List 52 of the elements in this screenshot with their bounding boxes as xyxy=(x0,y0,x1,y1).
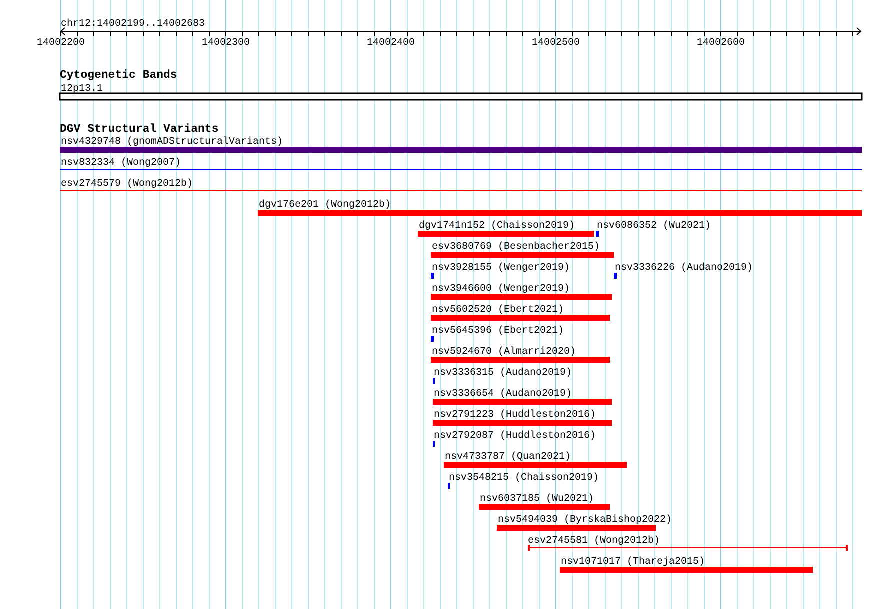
variant-label: nsv5602520 (Ebert2021) xyxy=(432,305,564,316)
variant-label: nsv2792087 (Huddleston2016) xyxy=(434,431,596,442)
variant-label: nsv3946600 (Wenger2019) xyxy=(432,284,570,295)
variant-bar[interactable] xyxy=(596,231,599,237)
variant-label: nsv3336654 (Audano2019) xyxy=(434,389,572,400)
variant-bar[interactable] xyxy=(258,210,862,216)
variant-bar[interactable] xyxy=(431,336,434,342)
variant-label: dgv176e201 (Wong2012b) xyxy=(259,200,392,211)
tick-label: 14002600 xyxy=(697,38,745,49)
variant-label: nsv3336226 (Audano2019) xyxy=(615,263,754,274)
variant-label: nsv4733787 (Quan2021) xyxy=(445,452,572,463)
variant-label: nsv6086352 (Wu2021) xyxy=(597,221,712,232)
variant-label: nsv5924670 (Almarri2020) xyxy=(432,347,576,358)
variant-label: nsv3928155 (Wenger2019) xyxy=(432,263,570,274)
variant-bar[interactable] xyxy=(431,252,614,258)
tick-label: 14002400 xyxy=(367,38,415,49)
variant-bar[interactable] xyxy=(433,399,612,405)
variant-bar[interactable] xyxy=(479,504,610,510)
variant-span[interactable] xyxy=(528,545,848,551)
tick-label: 14002200 xyxy=(37,38,85,49)
variant-bar[interactable] xyxy=(433,420,612,426)
variant-bar[interactable] xyxy=(431,315,610,321)
variant-label: nsv5645396 (Ebert2021) xyxy=(432,326,564,337)
variant-label: nsv2791223 (Huddleston2016) xyxy=(434,410,596,421)
location-label: chr12:14002199..14002683 xyxy=(61,19,206,30)
variant-bar[interactable] xyxy=(560,567,813,573)
variant-bar[interactable] xyxy=(60,147,862,153)
track-title: DGV Structural Variants xyxy=(60,123,219,136)
variant-label: nsv3548215 (Chaisson2019) xyxy=(449,473,600,484)
variant-bar[interactable] xyxy=(444,462,627,468)
variant-label: nsv5494039 (ByrskaBishop2022) xyxy=(498,515,672,526)
variant-bar[interactable] xyxy=(418,231,594,237)
variant-label: nsv832334 (Wong2007) xyxy=(61,158,182,169)
variant-label: esv2745579 (Wong2012b) xyxy=(61,179,194,190)
cytoband[interactable] xyxy=(59,92,863,101)
variant-bar[interactable] xyxy=(431,273,434,279)
band-label: 12p13.1 xyxy=(61,84,104,95)
variant-bar[interactable] xyxy=(614,273,617,279)
variant-line[interactable] xyxy=(60,190,862,192)
variant-label: esv2745581 (Wong2012b) xyxy=(528,536,660,547)
variant-label: nsv6037185 (Wu2021) xyxy=(480,494,594,505)
tick-label: 14002300 xyxy=(202,38,250,49)
variant-bar[interactable] xyxy=(431,357,610,363)
track-title: Cytogenetic Bands xyxy=(60,69,178,82)
variant-label: nsv4329748 (gnomADStructuralVariants) xyxy=(61,137,284,148)
variant-label: dgv1741n152 (Chaisson2019) xyxy=(419,221,576,232)
variant-label: esv3680769 (Besenbacher2015) xyxy=(432,242,600,253)
variant-label: nsv1071017 (Thareja2015) xyxy=(561,557,706,568)
tick-label: 14002500 xyxy=(532,38,580,49)
variant-bar[interactable] xyxy=(497,525,656,531)
variant-label: nsv3336315 (Audano2019) xyxy=(434,368,572,379)
variant-bar[interactable] xyxy=(431,294,612,300)
